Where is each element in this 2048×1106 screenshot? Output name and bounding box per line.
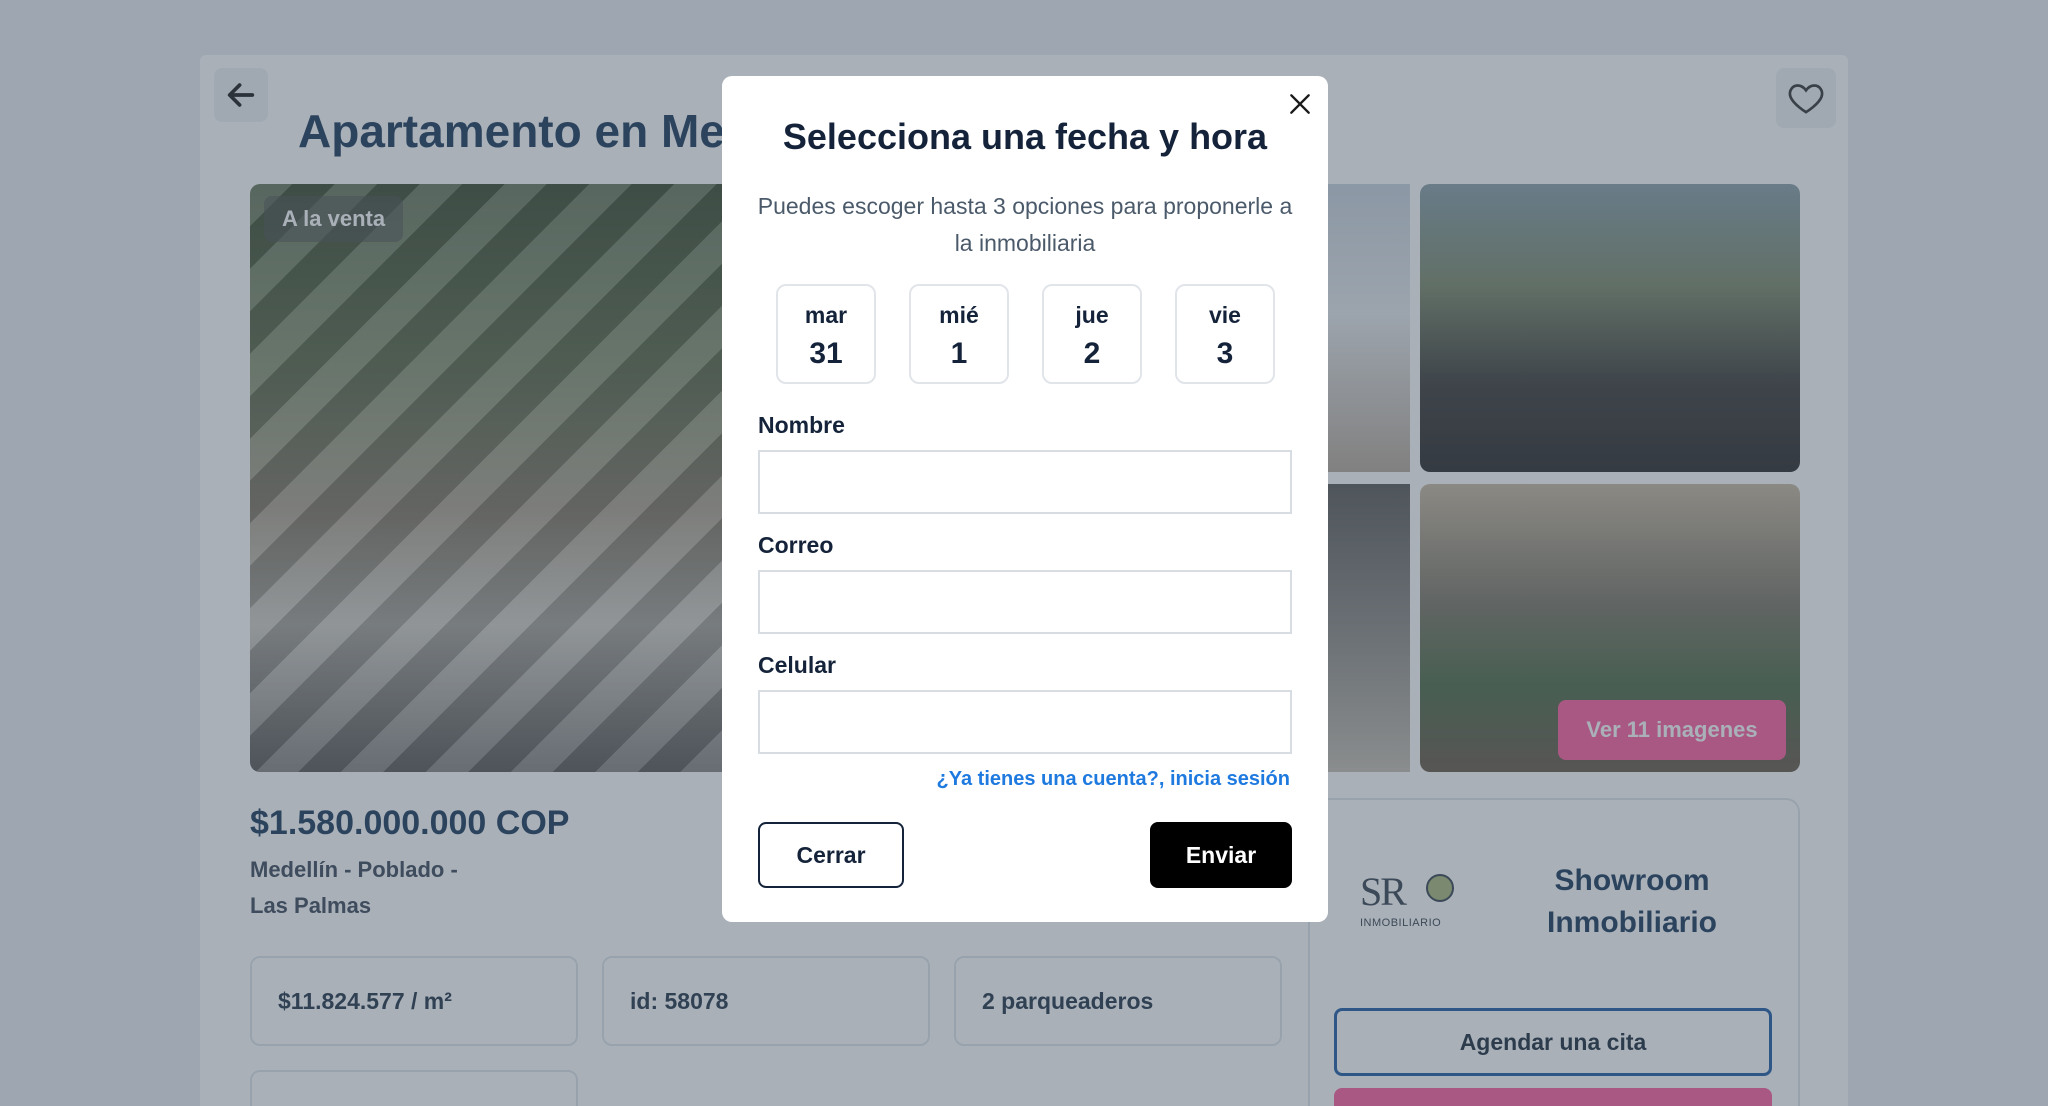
date-option[interactable]: mar 31 xyxy=(776,284,876,384)
phone-label: Celular xyxy=(758,652,836,678)
date-day: 1 xyxy=(950,337,968,370)
date-day: 3 xyxy=(1216,337,1234,370)
schedule-modal: Selecciona una fecha y hora Puedes escog… xyxy=(722,76,1328,922)
login-link[interactable]: ¿Ya tienes una cuenta?, inicia sesión xyxy=(937,768,1290,791)
date-picker: mar 31 mié 1 jue 2 vie 3 xyxy=(776,284,1276,384)
email-label: Correo xyxy=(758,532,834,558)
modal-subtitle: Puedes escoger hasta 3 opciones para pro… xyxy=(757,193,1293,256)
date-day: 2 xyxy=(1083,337,1101,370)
submit-button[interactable]: Enviar xyxy=(1150,822,1292,888)
date-weekday: jue xyxy=(1075,302,1109,328)
name-label: Nombre xyxy=(758,412,845,438)
modal-title: Selecciona una fecha y hora xyxy=(782,116,1268,157)
cancel-button[interactable]: Cerrar xyxy=(758,822,904,888)
email-field[interactable] xyxy=(758,570,1292,634)
name-field[interactable] xyxy=(758,450,1292,514)
date-option[interactable]: jue 2 xyxy=(1042,284,1142,384)
phone-field[interactable] xyxy=(758,690,1292,754)
date-weekday: mié xyxy=(939,302,979,328)
close-icon xyxy=(1290,94,1310,114)
date-weekday: mar xyxy=(804,302,848,328)
date-day: 31 xyxy=(809,337,843,370)
date-option[interactable]: vie 3 xyxy=(1175,284,1275,384)
date-weekday: vie xyxy=(1209,302,1241,328)
date-option[interactable]: mié 1 xyxy=(909,284,1009,384)
